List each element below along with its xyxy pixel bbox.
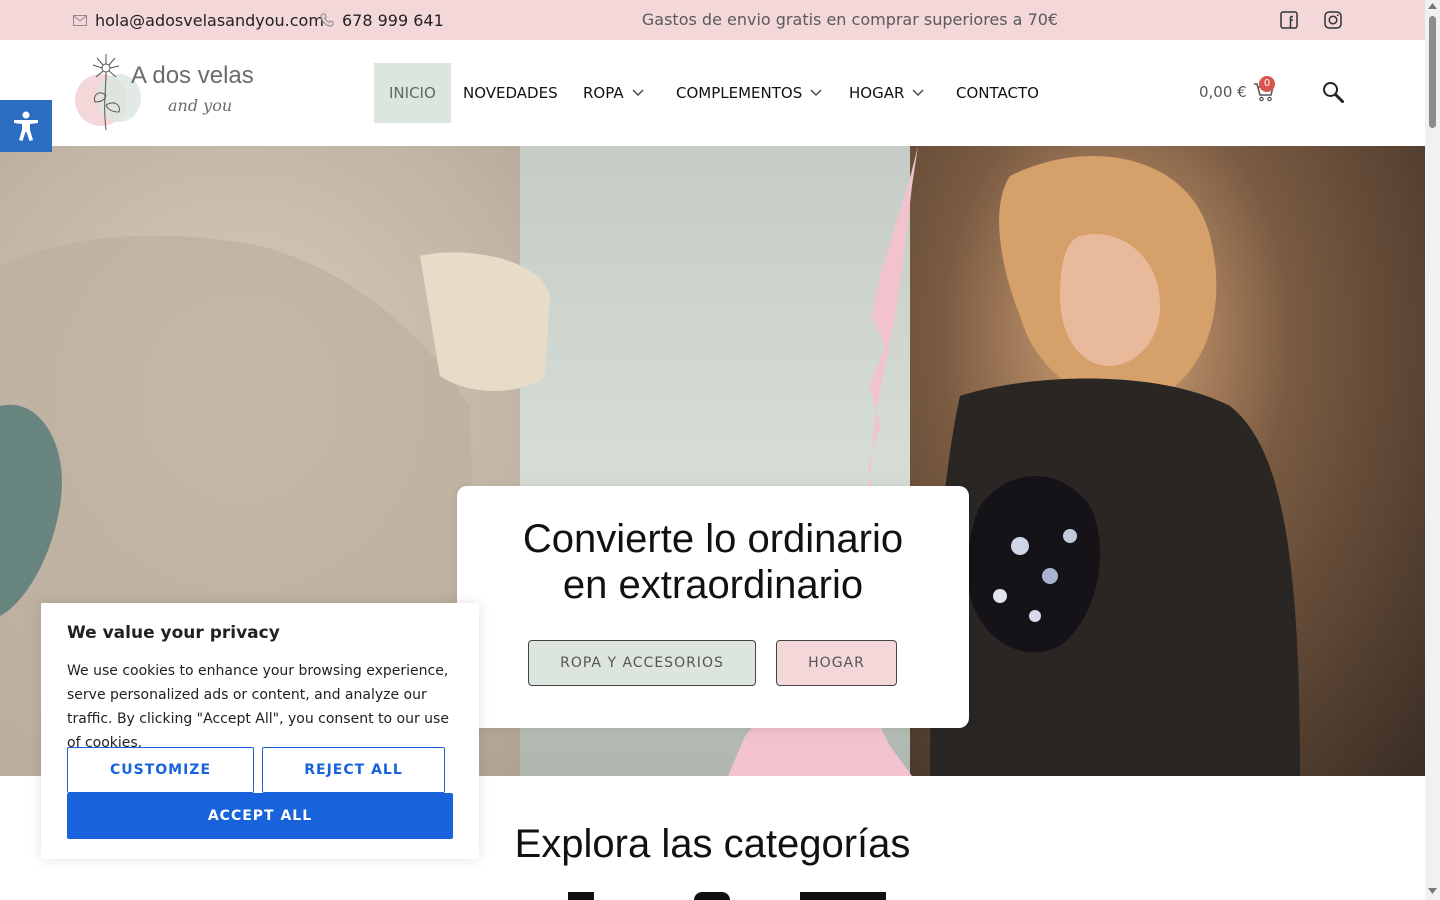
nav-ropa[interactable]: ROPA [583, 63, 644, 123]
top-bar: Gastos de envio gratis en comprar superi… [0, 0, 1425, 40]
scrollbar-track[interactable] [1425, 0, 1440, 900]
accept-all-button[interactable]: ACCEPT ALL [67, 793, 453, 839]
cookie-title: We value your privacy [67, 623, 280, 643]
nav-label: ROPA [583, 84, 624, 102]
hero-title-line-2: en extraordinario [562, 563, 864, 607]
logo-title[interactable]: A dos velas [131, 62, 254, 90]
scroll-down-arrow-icon[interactable] [1428, 888, 1437, 894]
search-icon[interactable] [1322, 81, 1344, 103]
hero-card: Convierte lo ordinario en extraordinario… [457, 486, 969, 728]
nav-label: INICIO [389, 84, 436, 102]
cookie-consent-banner: We value your privacy We use cookies to … [41, 603, 479, 859]
contact-email[interactable]: hola@adosvelasandyou.com [73, 0, 324, 40]
hero-title: Convierte lo ordinario en extraordinario [457, 516, 969, 608]
mail-icon [73, 14, 87, 26]
nav-novedades[interactable]: NOVEDADES [463, 63, 558, 123]
hero-title-line-1: Convierte lo ordinario [522, 517, 904, 561]
cart-total: 0,00 € [1199, 83, 1247, 101]
chevron-down-icon [810, 89, 822, 96]
accessibility-button[interactable] [0, 100, 52, 152]
instagram-icon[interactable] [1322, 9, 1344, 31]
nav-label: CONTACTO [956, 84, 1039, 102]
cookie-text: We use cookies to enhance your browsing … [67, 663, 449, 751]
cart-count-badge: 0 [1259, 76, 1275, 92]
nav-label: HOGAR [849, 84, 905, 102]
scrollbar-thumb[interactable] [1429, 16, 1436, 128]
customize-button[interactable]: CUSTOMIZE [67, 747, 254, 793]
phone-text: 678 999 641 [342, 10, 444, 30]
nav-label: NOVEDADES [463, 84, 558, 102]
contact-phone[interactable]: 678 999 641 [320, 0, 444, 40]
ropa-accesorios-button[interactable]: ROPA Y ACCESORIOS [528, 640, 756, 686]
nav-contacto[interactable]: CONTACTO [956, 63, 1039, 123]
logo-subtitle: and you [168, 96, 233, 115]
nav-inicio[interactable]: INICIO [374, 63, 451, 123]
chevron-down-icon [912, 89, 924, 96]
nav-label: COMPLEMENTOS [676, 84, 803, 102]
nav-hogar[interactable]: HOGAR [849, 63, 924, 123]
category-icon-peek [694, 892, 730, 900]
scroll-up-arrow-icon[interactable] [1428, 3, 1437, 9]
chevron-down-icon [632, 89, 644, 96]
category-icon-peek [568, 892, 594, 900]
facebook-icon[interactable] [1278, 9, 1300, 31]
category-icon-peek [800, 892, 886, 900]
accessibility-icon [14, 111, 38, 141]
hogar-button[interactable]: HOGAR [776, 640, 897, 686]
nav-complementos[interactable]: COMPLEMENTOS [676, 63, 822, 123]
reject-all-button[interactable]: REJECT ALL [262, 747, 445, 793]
phone-icon [320, 13, 334, 27]
email-text: hola@adosvelasandyou.com [95, 10, 324, 30]
